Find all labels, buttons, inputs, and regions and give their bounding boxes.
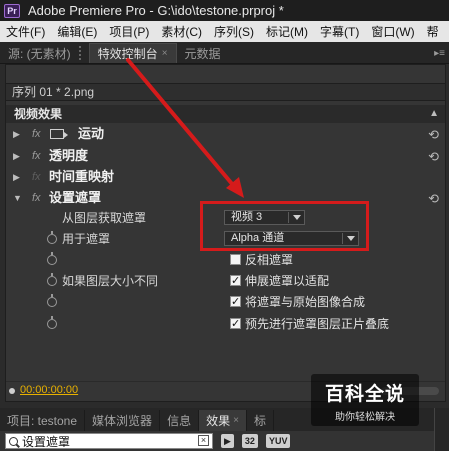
menu-help[interactable]: 帮 (421, 23, 445, 40)
fx-toggle-icon: fx (32, 171, 41, 183)
current-timecode[interactable]: 00:00:00:00 (20, 384, 78, 396)
tab-info[interactable]: 信息 (160, 410, 200, 431)
right-panel-edge (434, 408, 449, 451)
tab-markers-label: 标 (253, 414, 266, 428)
window-title: Adobe Premiere Pro - G:\ido\testone.prpr… (28, 3, 284, 18)
close-icon[interactable]: × (162, 48, 168, 59)
stopwatch-icon[interactable] (47, 231, 57, 244)
menu-file[interactable]: 文件(F) (0, 23, 51, 40)
panel-tab-bar: 源: (无素材) 特效控制台 × 元数据 ▸≡ (0, 42, 449, 64)
invert-checkbox[interactable] (230, 254, 241, 265)
collapse-triangle-icon[interactable]: ▼ (13, 188, 22, 208)
expand-triangle-icon[interactable]: ▶ (13, 146, 20, 166)
take-matte-label: 从图层获取遮罩 (62, 211, 147, 225)
playhead-dot-icon (9, 388, 15, 394)
tab-metadata[interactable]: 元数据 (177, 43, 229, 63)
menu-sequence[interactable]: 序列(S) (208, 23, 260, 40)
motion-transform-icon[interactable] (50, 129, 68, 139)
annotation-highlight-box (200, 201, 369, 251)
watermark: 百科全说 助你轻松解决 (311, 374, 419, 426)
reset-icon[interactable]: ⟲ (428, 189, 439, 209)
invert-label: 反相遮罩 (245, 253, 294, 267)
effect-row-motion[interactable]: ▶ fx 运动 ⟲ (6, 124, 445, 144)
prop-row-invert: 反相遮罩 (6, 250, 445, 270)
yuv-effects-badge[interactable]: YUV (265, 434, 291, 448)
menu-project[interactable]: 项目(P) (103, 23, 155, 40)
tab-effect-controls[interactable]: 特效控制台 × (88, 43, 177, 63)
use-for-matte-label: 用于遮罩 (62, 232, 111, 246)
search-icon (9, 436, 18, 446)
effect-name-opacity: 透明度 (49, 148, 89, 163)
clear-search-icon[interactable]: × (198, 435, 209, 446)
collapse-up-icon[interactable]: ▲ (429, 105, 439, 123)
accelerated-effects-icon[interactable]: ▶ (221, 434, 234, 448)
stopwatch-icon[interactable] (47, 316, 57, 329)
effect-name-set-matte: 设置遮罩 (49, 190, 102, 205)
menu-marker[interactable]: 标记(M) (260, 23, 314, 40)
composite-checkbox[interactable] (230, 292, 241, 312)
fx-toggle-icon[interactable]: fx (32, 124, 41, 144)
tab-effect-controls-label: 特效控制台 (97, 47, 158, 61)
tab-source[interactable]: 源: (无素材) (0, 43, 79, 63)
composite-label: 将遮罩与原始图像合成 (245, 295, 366, 309)
reset-icon[interactable]: ⟲ (428, 125, 439, 145)
stopwatch-icon[interactable] (47, 252, 57, 265)
tab-metadata-label: 元数据 (184, 46, 221, 61)
stopwatch-icon[interactable] (47, 273, 57, 286)
tab-source-label: 源: (无素材) (8, 46, 71, 61)
menu-clip[interactable]: 素材(C) (155, 23, 208, 40)
stopwatch-icon[interactable] (47, 294, 57, 307)
expand-triangle-icon[interactable]: ▶ (13, 124, 20, 144)
tab-effects-label: 效果 (206, 414, 231, 428)
menu-edit[interactable]: 编辑(E) (51, 23, 103, 40)
effects-search-input[interactable]: 设置遮罩 × (5, 433, 213, 449)
tab-markers[interactable]: 标 (247, 410, 274, 431)
tab-effects[interactable]: 效果 × (199, 410, 247, 431)
video-effects-header: 视频效果 ▲ (6, 105, 445, 123)
fx-toggle-icon[interactable]: fx (32, 146, 41, 166)
premultiply-checkbox[interactable] (230, 314, 241, 334)
effects-search-value: 设置遮罩 (22, 434, 71, 449)
effect-row-time-remapping[interactable]: ▶ fx 时间重映射 (6, 167, 445, 187)
sequence-clip-header: 序列 01 * 2.png (6, 83, 445, 101)
video-effects-label: 视频效果 (14, 107, 63, 121)
effect-name-motion: 运动 (78, 126, 105, 141)
32bit-effects-badge[interactable]: 32 (241, 434, 258, 448)
menu-window[interactable]: 窗口(W) (365, 23, 420, 40)
tab-media-browser-label: 媒体浏览器 (92, 414, 153, 428)
if-sizes-differ-label: 如果图层大小不同 (62, 274, 159, 288)
menu-bar: 文件(F) 编辑(E) 项目(P) 素材(C) 序列(S) 标记(M) 字幕(T… (0, 21, 449, 42)
effect-row-opacity[interactable]: ▶ fx 透明度 ⟲ (6, 146, 445, 166)
fx-toggle-icon[interactable]: fx (32, 188, 41, 208)
tab-grip-handle[interactable] (78, 46, 87, 60)
stretch-matte-label: 伸展遮罩以适配 (245, 274, 330, 288)
close-icon[interactable]: × (233, 415, 239, 426)
title-bar: Pr Adobe Premiere Pro - G:\ido\testone.p… (0, 0, 449, 21)
prop-row-if-sizes-differ: 如果图层大小不同 伸展遮罩以适配 (6, 271, 445, 291)
stretch-matte-checkbox[interactable] (230, 271, 241, 291)
tab-info-label: 信息 (167, 414, 192, 428)
tab-project-label: 项目: testone (7, 414, 78, 428)
watermark-main-text: 百科全说 (324, 384, 405, 405)
premiere-logo-icon: Pr (4, 3, 20, 18)
reset-icon[interactable]: ⟲ (428, 147, 439, 167)
tab-project[interactable]: 项目: testone (0, 410, 86, 431)
effects-toolbar: 设置遮罩 × ▶ 32 YUV (0, 431, 449, 451)
premultiply-label: 预先进行遮罩图层正片叠底 (245, 317, 390, 331)
prop-row-composite: 将遮罩与原始图像合成 (6, 292, 445, 312)
effect-name-time-remapping: 时间重映射 (49, 169, 115, 184)
prop-row-premultiply: 预先进行遮罩图层正片叠底 (6, 314, 445, 334)
expand-triangle-icon[interactable]: ▶ (13, 167, 20, 187)
watermark-sub-text: 助你轻松解决 (335, 412, 395, 423)
menu-title[interactable]: 字幕(T) (314, 23, 365, 40)
tab-media-browser[interactable]: 媒体浏览器 (85, 410, 161, 431)
panel-menu-icon[interactable]: ▸≡ (434, 48, 445, 59)
